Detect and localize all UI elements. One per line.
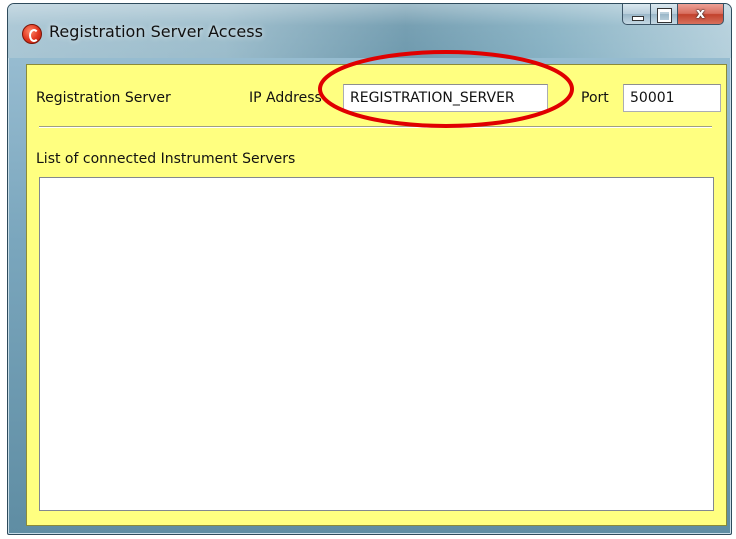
maximize-button[interactable] bbox=[651, 4, 678, 25]
port-field[interactable]: 50001 bbox=[623, 84, 721, 112]
close-icon: x bbox=[695, 6, 706, 22]
close-button[interactable]: x bbox=[678, 4, 724, 25]
separator-line bbox=[39, 126, 712, 128]
window-title: Registration Server Access bbox=[49, 22, 263, 41]
ip-address-label: IP Address bbox=[249, 90, 322, 106]
window-controls: x bbox=[622, 4, 724, 25]
maximize-icon bbox=[657, 8, 672, 23]
minimize-icon bbox=[632, 16, 644, 21]
ip-address-field[interactable]: REGISTRATION_SERVER bbox=[343, 84, 548, 112]
instrument-servers-label: List of connected Instrument Servers bbox=[36, 151, 296, 167]
registration-server-label: Registration Server bbox=[36, 90, 171, 106]
instrument-servers-list[interactable] bbox=[39, 177, 714, 511]
app-logo-icon[interactable] bbox=[22, 24, 42, 44]
port-label: Port bbox=[581, 90, 609, 106]
title-bar[interactable]: Registration Server Access x bbox=[8, 4, 731, 58]
app-window: Registration Server Access x Registratio… bbox=[7, 3, 732, 535]
form-panel: Registration Server IP Address REGISTRAT… bbox=[26, 64, 727, 526]
minimize-button[interactable] bbox=[622, 4, 651, 25]
